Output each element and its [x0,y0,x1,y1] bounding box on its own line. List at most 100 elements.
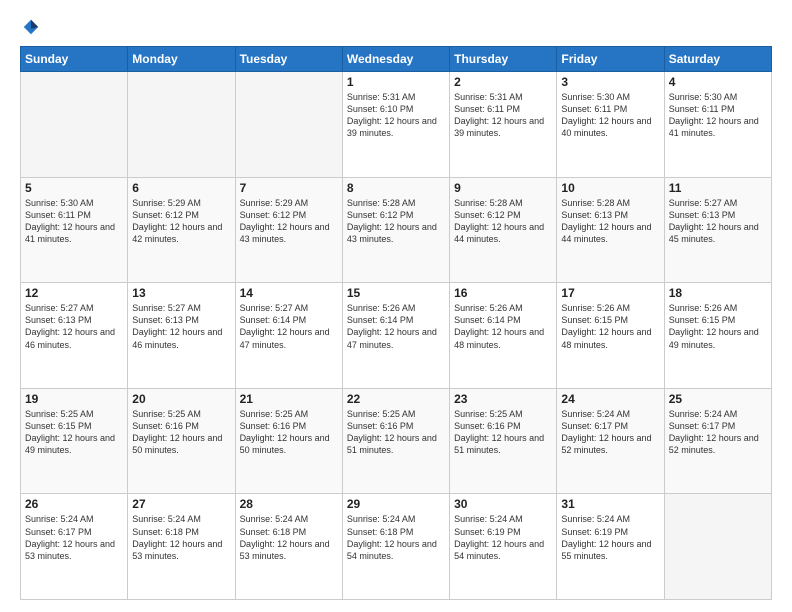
calendar-cell: 9Sunrise: 5:28 AM Sunset: 6:12 PM Daylig… [450,177,557,283]
cell-info: Sunrise: 5:30 AM Sunset: 6:11 PM Dayligh… [561,91,659,140]
cell-info: Sunrise: 5:30 AM Sunset: 6:11 PM Dayligh… [669,91,767,140]
day-number: 1 [347,75,445,89]
calendar-cell: 17 Sunrise: 5:26 AM Sunset: 6:15 PM Dayli… [557,283,664,389]
header [20,18,772,36]
calendar-cell [664,494,771,600]
day-number: 27 [132,497,230,511]
day-number: 18 [669,286,767,300]
cell-info: Sunrise: 5:27 AM Sunset: 6:13 PM Dayligh… [25,302,123,351]
calendar-cell: 26 Sunrise: 5:24 AM Sunset: 6:17 PM Dayli… [21,494,128,600]
page: SundayMondayTuesdayWednesdayThursdayFrid… [0,0,792,612]
day-number: 11 [669,181,767,195]
calendar-cell: 24 Sunrise: 5:24 AM Sunset: 6:17 PM Dayli… [557,388,664,494]
cell-info: Sunrise: 5:26 AM Sunset: 6:14 PM Dayligh… [454,302,552,351]
calendar-cell: 16 Sunrise: 5:26 AM Sunset: 6:14 PM Dayli… [450,283,557,389]
cell-info: Sunrise: 5:26 AM Sunset: 6:14 PM Dayligh… [347,302,445,351]
calendar-cell [21,72,128,178]
day-number: 17 [561,286,659,300]
calendar-cell: 11 Sunrise: 5:27 AM Sunset: 6:13 PM Dayli… [664,177,771,283]
cell-info: Sunrise: 5:31 AM Sunset: 6:10 PM Dayligh… [347,91,445,140]
calendar-cell: 14 Sunrise: 5:27 AM Sunset: 6:14 PM Dayli… [235,283,342,389]
calendar-cell: 1 Sunrise: 5:31 AM Sunset: 6:10 PM Daylig… [342,72,449,178]
day-header-sunday: Sunday [21,47,128,72]
calendar-cell: 3 Sunrise: 5:30 AM Sunset: 6:11 PM Daylig… [557,72,664,178]
day-number: 16 [454,286,552,300]
day-number: 15 [347,286,445,300]
day-number: 20 [132,392,230,406]
calendar-cell: 5 Sunrise: 5:30 AM Sunset: 6:11 PM Daylig… [21,177,128,283]
cell-info: Sunrise: 5:28 AM Sunset: 6:12 PM Dayligh… [454,197,552,246]
calendar-cell: 8 Sunrise: 5:28 AM Sunset: 6:12 PM Daylig… [342,177,449,283]
day-number: 7 [240,181,338,195]
day-number: 2 [454,75,552,89]
cell-info: Sunrise: 5:27 AM Sunset: 6:13 PM Dayligh… [132,302,230,351]
week-row-0: 1 Sunrise: 5:31 AM Sunset: 6:10 PM Daylig… [21,72,772,178]
days-header-row: SundayMondayTuesdayWednesdayThursdayFrid… [21,47,772,72]
day-number: 28 [240,497,338,511]
day-number: 6 [132,181,230,195]
calendar-cell: 13 Sunrise: 5:27 AM Sunset: 6:13 PM Dayli… [128,283,235,389]
week-row-3: 19Sunrise: 5:25 AM Sunset: 6:15 PM Dayli… [21,388,772,494]
week-row-1: 5 Sunrise: 5:30 AM Sunset: 6:11 PM Daylig… [21,177,772,283]
calendar-cell: 19Sunrise: 5:25 AM Sunset: 6:15 PM Dayli… [21,388,128,494]
day-number: 19 [25,392,123,406]
cell-info: Sunrise: 5:25 AM Sunset: 6:16 PM Dayligh… [454,408,552,457]
calendar-cell: 4 Sunrise: 5:30 AM Sunset: 6:11 PM Daylig… [664,72,771,178]
day-number: 13 [132,286,230,300]
day-number: 26 [25,497,123,511]
week-row-4: 26 Sunrise: 5:24 AM Sunset: 6:17 PM Dayli… [21,494,772,600]
cell-info: Sunrise: 5:24 AM Sunset: 6:18 PM Dayligh… [132,513,230,562]
day-header-wednesday: Wednesday [342,47,449,72]
cell-info: Sunrise: 5:25 AM Sunset: 6:16 PM Dayligh… [240,408,338,457]
calendar-cell: 30Sunrise: 5:24 AM Sunset: 6:19 PM Dayli… [450,494,557,600]
cell-info: Sunrise: 5:24 AM Sunset: 6:17 PM Dayligh… [25,513,123,562]
day-header-saturday: Saturday [664,47,771,72]
calendar-cell: 20 Sunrise: 5:25 AM Sunset: 6:16 PM Dayli… [128,388,235,494]
cell-info: Sunrise: 5:28 AM Sunset: 6:13 PM Dayligh… [561,197,659,246]
day-header-friday: Friday [557,47,664,72]
cell-info: Sunrise: 5:24 AM Sunset: 6:17 PM Dayligh… [669,408,767,457]
calendar-cell: 31Sunrise: 5:24 AM Sunset: 6:19 PM Dayli… [557,494,664,600]
day-number: 12 [25,286,123,300]
cell-info: Sunrise: 5:27 AM Sunset: 6:14 PM Dayligh… [240,302,338,351]
day-number: 24 [561,392,659,406]
week-row-2: 12 Sunrise: 5:27 AM Sunset: 6:13 PM Dayli… [21,283,772,389]
day-number: 23 [454,392,552,406]
day-number: 29 [347,497,445,511]
calendar-table: SundayMondayTuesdayWednesdayThursdayFrid… [20,46,772,600]
day-number: 8 [347,181,445,195]
calendar-cell: 15 Sunrise: 5:26 AM Sunset: 6:14 PM Dayli… [342,283,449,389]
day-number: 22 [347,392,445,406]
day-number: 5 [25,181,123,195]
cell-info: Sunrise: 5:27 AM Sunset: 6:13 PM Dayligh… [669,197,767,246]
cell-info: Sunrise: 5:25 AM Sunset: 6:16 PM Dayligh… [132,408,230,457]
cell-info: Sunrise: 5:30 AM Sunset: 6:11 PM Dayligh… [25,197,123,246]
day-number: 25 [669,392,767,406]
calendar-cell: 25 Sunrise: 5:24 AM Sunset: 6:17 PM Dayli… [664,388,771,494]
logo-icon [22,18,40,36]
day-number: 21 [240,392,338,406]
calendar-cell: 22Sunrise: 5:25 AM Sunset: 6:16 PM Dayli… [342,388,449,494]
cell-info: Sunrise: 5:24 AM Sunset: 6:18 PM Dayligh… [347,513,445,562]
cell-info: Sunrise: 5:26 AM Sunset: 6:15 PM Dayligh… [561,302,659,351]
day-number: 4 [669,75,767,89]
day-header-monday: Monday [128,47,235,72]
calendar-cell: 23 Sunrise: 5:25 AM Sunset: 6:16 PM Dayli… [450,388,557,494]
calendar-cell: 27 Sunrise: 5:24 AM Sunset: 6:18 PM Dayli… [128,494,235,600]
day-number: 3 [561,75,659,89]
calendar-cell: 12 Sunrise: 5:27 AM Sunset: 6:13 PM Dayli… [21,283,128,389]
cell-info: Sunrise: 5:28 AM Sunset: 6:12 PM Dayligh… [347,197,445,246]
calendar-cell [235,72,342,178]
cell-info: Sunrise: 5:29 AM Sunset: 6:12 PM Dayligh… [132,197,230,246]
day-number: 10 [561,181,659,195]
day-header-tuesday: Tuesday [235,47,342,72]
logo [20,18,40,36]
calendar-cell: 18Sunrise: 5:26 AM Sunset: 6:15 PM Dayli… [664,283,771,389]
calendar-cell: 21 Sunrise: 5:25 AM Sunset: 6:16 PM Dayli… [235,388,342,494]
cell-info: Sunrise: 5:24 AM Sunset: 6:17 PM Dayligh… [561,408,659,457]
calendar-cell: 10 Sunrise: 5:28 AM Sunset: 6:13 PM Dayli… [557,177,664,283]
cell-info: Sunrise: 5:29 AM Sunset: 6:12 PM Dayligh… [240,197,338,246]
cell-info: Sunrise: 5:24 AM Sunset: 6:19 PM Dayligh… [561,513,659,562]
day-number: 14 [240,286,338,300]
calendar-cell [128,72,235,178]
